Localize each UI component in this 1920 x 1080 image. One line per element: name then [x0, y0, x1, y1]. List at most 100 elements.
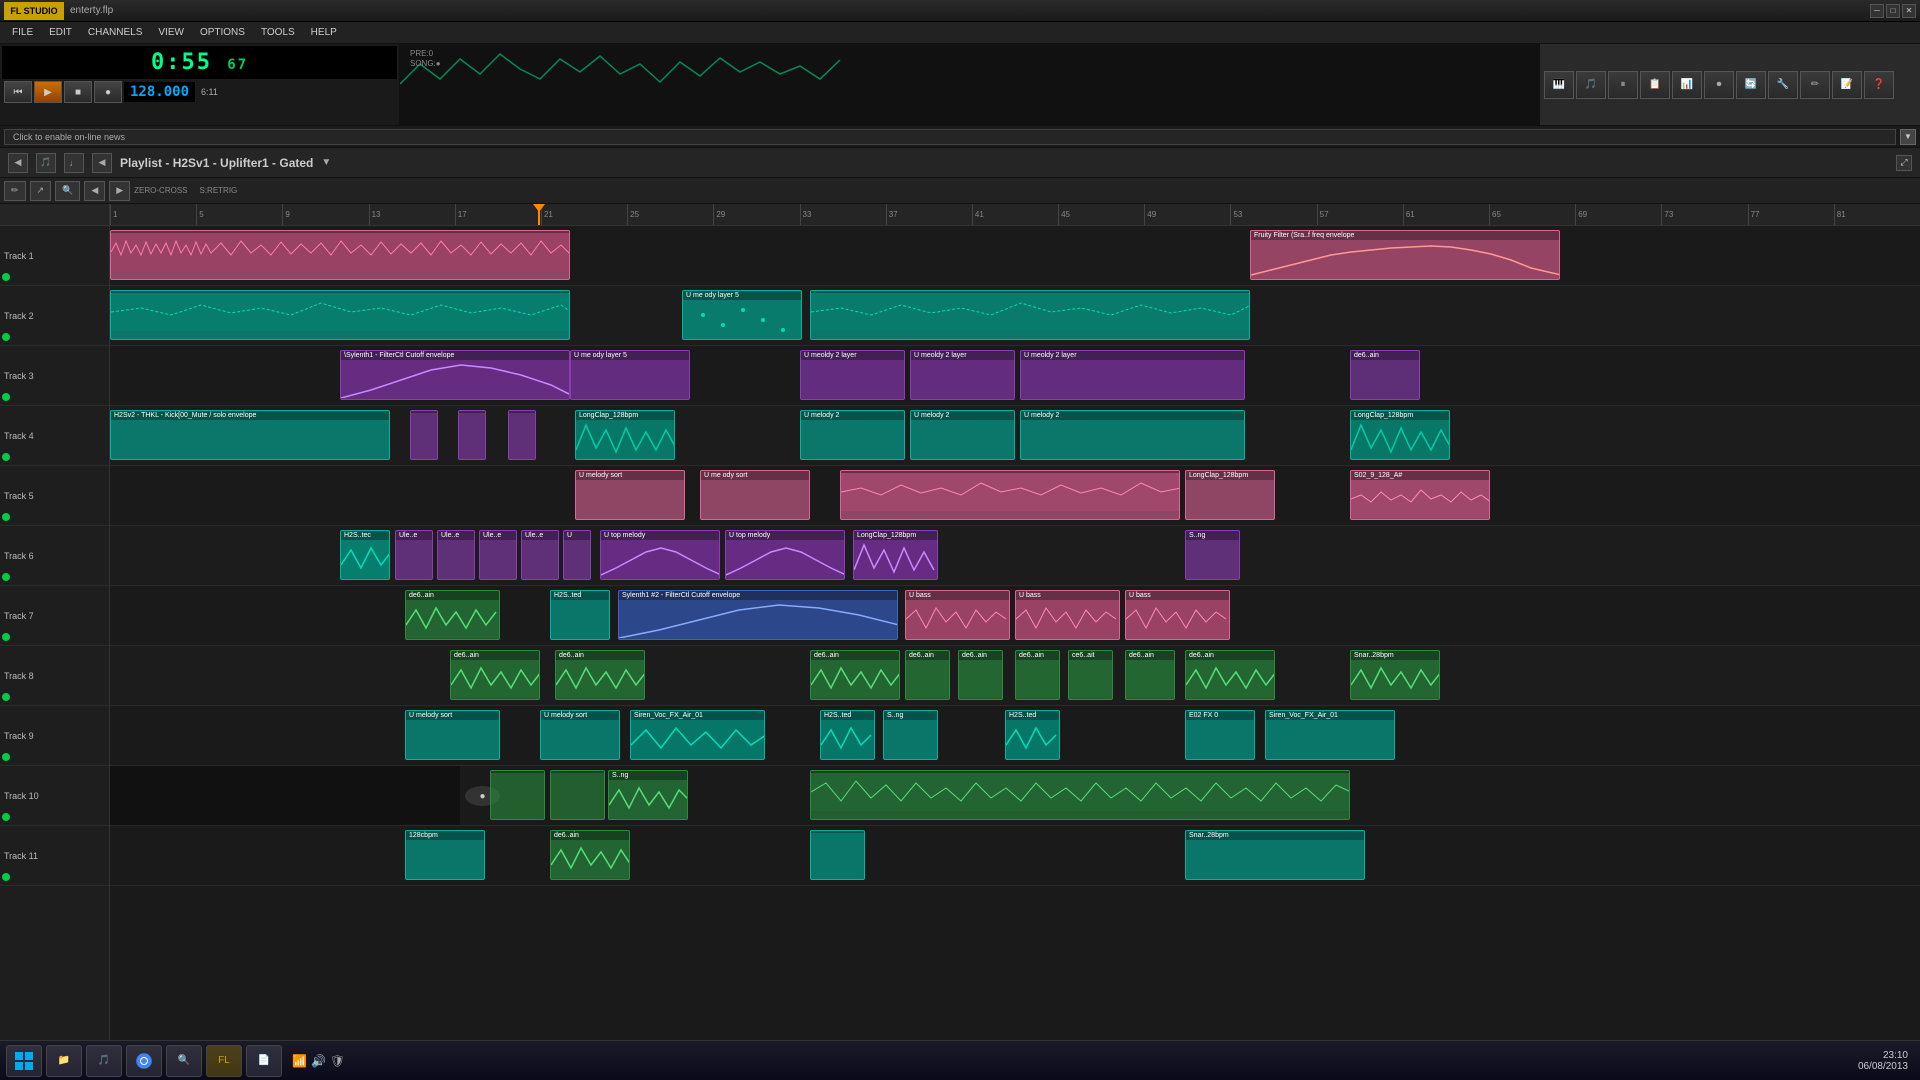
draw-tool[interactable]: ✏: [4, 181, 26, 201]
clip-track10-2[interactable]: [550, 770, 605, 820]
clip-track3-deain[interactable]: de6..ain: [1350, 350, 1420, 400]
playlist-note-btn[interactable]: ♩: [64, 153, 84, 173]
clip-track8-8[interactable]: de6..ain: [1125, 650, 1175, 700]
news-text[interactable]: Click to enable on-line news: [4, 129, 1896, 145]
select-tool[interactable]: ↗: [30, 181, 52, 201]
search-button[interactable]: 🔍: [166, 1045, 202, 1077]
clip-track11-128cbpm[interactable]: 128cbpm: [405, 830, 485, 880]
clip-track10-sng[interactable]: [490, 770, 545, 820]
menu-item-tools[interactable]: TOOLS: [253, 25, 303, 40]
menu-item-edit[interactable]: EDIT: [41, 25, 80, 40]
clip-track7-sylenth2[interactable]: Sylenth1 #2 - FilterCtl Cutoff envelope: [618, 590, 898, 640]
toolbar-icon-4[interactable]: 📋: [1640, 71, 1670, 99]
zoom-tool[interactable]: 🔍: [55, 181, 80, 201]
clip-track5-s02[interactable]: S02_9_128_A#: [1350, 470, 1490, 520]
clip-track5-longclap[interactable]: LongClap_128bpm: [1185, 470, 1275, 520]
clip-track3-melody2c[interactable]: U meoldy 2 layer: [1020, 350, 1245, 400]
clip-track1-fruity-filter[interactable]: Fruity Filter (Sra..f freq envelope: [1250, 230, 1560, 280]
clip-track9-e02[interactable]: E02 FX 0: [1185, 710, 1255, 760]
clip-track3-sylenth[interactable]: \Sylenth1 - FilterCtl Cutoff envelope: [340, 350, 570, 400]
clip-track8-9[interactable]: de6..ain: [1185, 650, 1275, 700]
clip-track6-ule3[interactable]: Ule..e: [479, 530, 517, 580]
clip-track7-deain[interactable]: de6..ain: [405, 590, 500, 640]
stop-button[interactable]: ■: [64, 81, 92, 103]
clip-track8-1[interactable]: de6..ain: [450, 650, 540, 700]
clip-track11-snar[interactable]: Snar..28bpm: [1185, 830, 1365, 880]
minimize-button[interactable]: ─: [1870, 4, 1884, 18]
record-button[interactable]: ●: [94, 81, 122, 103]
skip-back-button[interactable]: ⏮: [4, 81, 32, 103]
explorer-button[interactable]: 📁: [46, 1045, 82, 1077]
clip-track11-deain[interactable]: de6..ain: [550, 830, 630, 880]
volume-tray-icon[interactable]: 🔊: [311, 1054, 326, 1068]
toolbar-icon-1[interactable]: 🎹: [1544, 71, 1574, 99]
toolbar-icon-3[interactable]: ⏸: [1608, 71, 1638, 99]
clip-track10-3[interactable]: S..ng: [608, 770, 688, 820]
clip-track8-snar[interactable]: Snar..28bpm: [1350, 650, 1440, 700]
clip-track6-longclap[interactable]: LongClap_128bpm: [853, 530, 938, 580]
clip-track7-ubass1[interactable]: U bass: [905, 590, 1010, 640]
file-button[interactable]: 📄: [246, 1045, 282, 1077]
clip-track4-a2[interactable]: [458, 410, 486, 460]
clip-track7-ubass3[interactable]: U bass: [1125, 590, 1230, 640]
playlist-resize-btn[interactable]: ⤢: [1896, 155, 1912, 171]
clip-track6-ule1[interactable]: Ule..e: [395, 530, 433, 580]
clip-track7-ubass2[interactable]: U bass: [1015, 590, 1120, 640]
clip-track4-melody2b[interactable]: U melody 2: [910, 410, 1015, 460]
fl-taskbar-button[interactable]: FL: [206, 1045, 242, 1077]
media-button[interactable]: 🎵: [86, 1045, 122, 1077]
toolbar-icon-5[interactable]: 📊: [1672, 71, 1702, 99]
clip-track7-h2sted[interactable]: H2S..ted: [550, 590, 610, 640]
clip-track5-melodysort2[interactable]: U me ody sort: [700, 470, 810, 520]
clip-track2-1[interactable]: [110, 290, 570, 340]
playlist-back-btn[interactable]: ◀: [8, 153, 28, 173]
clip-track6-h2stec[interactable]: H2S..tec: [340, 530, 390, 580]
clip-track4-longclap2[interactable]: LongClap_128bpm: [1350, 410, 1450, 460]
menu-item-view[interactable]: VIEW: [150, 25, 192, 40]
clip-track8-2[interactable]: de6..ain: [555, 650, 645, 700]
close-button[interactable]: ✕: [1902, 4, 1916, 18]
clip-track8-3[interactable]: de6..ain: [810, 650, 900, 700]
news-dropdown[interactable]: ▼: [1900, 129, 1916, 145]
toolbar-icon-6[interactable]: ⏺: [1704, 71, 1734, 99]
toolbar-icon-8[interactable]: 🔧: [1768, 71, 1798, 99]
clip-track8-4[interactable]: de6..ain: [905, 650, 950, 700]
clip-track2-long[interactable]: [810, 290, 1250, 340]
clip-track6-topmelody1[interactable]: U top melody: [600, 530, 720, 580]
clip-track9-h2sted[interactable]: H2S..ted: [820, 710, 875, 760]
clip-track9-h2sted2[interactable]: H2S..ted: [1005, 710, 1060, 760]
maximize-button[interactable]: □: [1886, 4, 1900, 18]
start-button[interactable]: [6, 1045, 42, 1077]
clip-track1-1[interactable]: [110, 230, 570, 280]
clip-track5-melodysort1[interactable]: U melody sort: [575, 470, 685, 520]
clip-track9-siren[interactable]: Siren_Voc_FX_Air_01: [630, 710, 765, 760]
clip-track9-sng[interactable]: S..ng: [883, 710, 938, 760]
playlist-dropdown[interactable]: ▼: [321, 157, 331, 168]
toolbar-icon-10[interactable]: 📝: [1832, 71, 1862, 99]
play-button[interactable]: ▶: [34, 81, 62, 103]
clip-track2-melody5[interactable]: U me ody layer 5: [682, 290, 802, 340]
scroll-left-btn[interactable]: ◀: [84, 181, 105, 201]
clip-track6-sng[interactable]: S..ng: [1185, 530, 1240, 580]
clip-track4-a1[interactable]: [410, 410, 438, 460]
clip-track4-h2sv2[interactable]: H2Sv2 - THKL - Kick[00_Mute / solo envel…: [110, 410, 390, 460]
clip-track8-5[interactable]: de6..ain: [958, 650, 1003, 700]
clip-track4-melody2a[interactable]: U melody 2: [800, 410, 905, 460]
clip-track4-melody2c[interactable]: U melody 2: [1020, 410, 1245, 460]
toolbar-icon-2[interactable]: 🎵: [1576, 71, 1606, 99]
clip-track10-long[interactable]: [810, 770, 1350, 820]
toolbar-icon-7[interactable]: 🔄: [1736, 71, 1766, 99]
clip-track8-7[interactable]: ce6..ait: [1068, 650, 1113, 700]
playlist-icon-btn[interactable]: 🎵: [36, 153, 56, 173]
clip-track3-melody5[interactable]: U me ody layer 5: [570, 350, 690, 400]
clip-track6-ule4[interactable]: Ule..e: [521, 530, 559, 580]
clip-track6-ule2[interactable]: Ule..e: [437, 530, 475, 580]
clip-track11-3[interactable]: [810, 830, 865, 880]
clip-track8-6[interactable]: de6..ain: [1015, 650, 1060, 700]
menu-item-options[interactable]: OPTIONS: [192, 25, 253, 40]
menu-item-help[interactable]: HELP: [303, 25, 345, 40]
menu-item-channels[interactable]: CHANNELS: [80, 25, 150, 40]
playlist-arrow-btn[interactable]: ◀: [92, 153, 112, 173]
clip-track4-a3[interactable]: [508, 410, 536, 460]
clip-track4-longclap[interactable]: LongClap_128bpm: [575, 410, 675, 460]
